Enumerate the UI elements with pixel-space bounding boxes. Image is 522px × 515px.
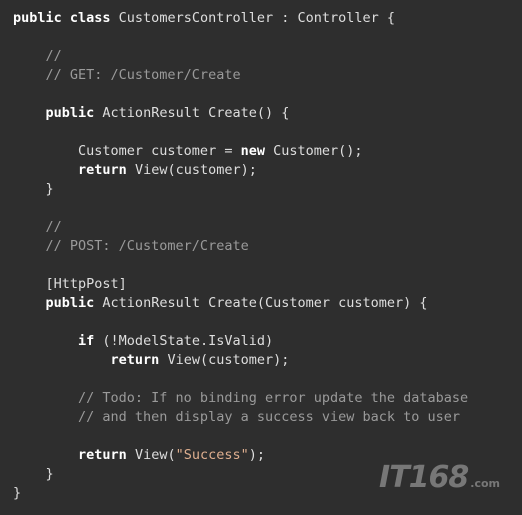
code-token-plain: }	[13, 485, 22, 501]
code-token-plain: Customer customer =	[13, 143, 241, 159]
code-lines: public class CustomersController : Contr…	[13, 9, 522, 503]
code-token-plain: }	[13, 466, 54, 482]
code-token-kw: return	[78, 447, 127, 463]
code-token-comment: // GET: /Customer/Create	[13, 67, 241, 83]
code-token-kw: return	[78, 162, 127, 178]
code-line: [HttpPost]	[13, 275, 522, 294]
code-token-kw: if	[78, 333, 95, 349]
code-line: public class CustomersController : Contr…	[13, 9, 522, 28]
code-token-comment: //	[13, 48, 62, 64]
watermark-logo: IT168 .com	[379, 460, 500, 495]
code-token-plain: CustomersController : Controller {	[110, 10, 396, 26]
code-line: return View(customer);	[13, 351, 522, 370]
code-line: Customer customer = new Customer();	[13, 142, 522, 161]
code-token-kw: new	[240, 143, 265, 159]
code-token-plain: View(customer);	[159, 352, 290, 368]
code-token-comment: //	[13, 219, 62, 235]
code-token-plain: View(customer);	[126, 162, 257, 178]
code-token-plain: ActionResult Create(Customer customer) {	[94, 295, 428, 311]
code-line: // POST: /Customer/Create	[13, 237, 522, 256]
code-line: public ActionResult Create(Customer cust…	[13, 294, 522, 313]
code-token-plain: Customer();	[264, 143, 363, 159]
code-listing: public class CustomersController : Contr…	[0, 0, 522, 515]
code-line: //	[13, 47, 522, 66]
watermark-suffix: .com	[470, 477, 500, 490]
code-line: // GET: /Customer/Create	[13, 66, 522, 85]
code-token-kw: public class	[13, 10, 111, 26]
code-line: }	[13, 180, 522, 199]
code-token-attr: [HttpPost]	[13, 276, 127, 292]
code-token-comment: // POST: /Customer/Create	[13, 238, 249, 254]
code-line: return View(customer);	[13, 161, 522, 180]
code-token-plain: (!ModelState.IsValid)	[94, 333, 274, 349]
code-token-plain: }	[13, 181, 54, 197]
code-token-plain: ActionResult Create() {	[94, 105, 290, 121]
code-token-string: "Success"	[175, 447, 249, 463]
code-line: public ActionResult Create() {	[13, 104, 522, 123]
code-line: if (!ModelState.IsValid)	[13, 332, 522, 351]
code-line: // Todo: If no binding error update the …	[13, 389, 522, 408]
code-token-plain: );	[248, 447, 266, 463]
code-line: // and then display a success view back …	[13, 408, 522, 427]
code-token-plain: View(	[126, 447, 176, 463]
code-token-kw: public	[45, 295, 95, 311]
watermark-brand: IT168	[379, 460, 469, 495]
code-token-kw: public	[45, 105, 95, 121]
code-token-comment: // Todo: If no binding error update the …	[13, 390, 469, 406]
code-token-comment: // and then display a success view back …	[13, 409, 461, 425]
code-line: //	[13, 218, 522, 237]
code-token-kw: return	[110, 352, 160, 368]
